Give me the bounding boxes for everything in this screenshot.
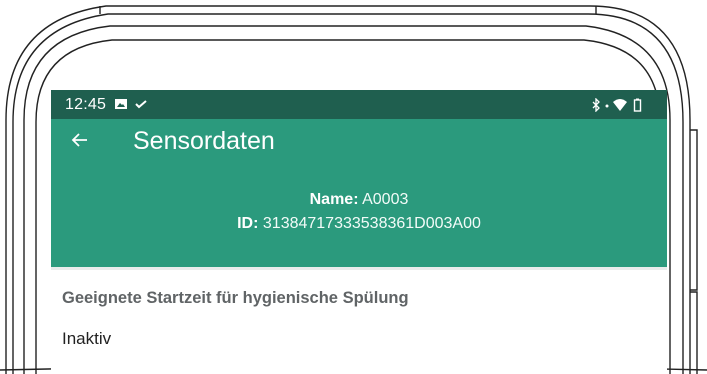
setting-title: Geeignete Startzeit für hygienische Spül… [62,289,409,307]
wifi-icon [613,99,627,111]
sensor-name-label: Name: [309,191,359,208]
battery-icon [633,98,642,112]
image-icon [115,99,127,109]
page-title: Sensordaten [133,127,275,155]
status-bar: 12:45 [51,90,667,119]
sensor-id-value: 31384717333538361D003A00 [262,215,481,232]
sensor-name-value: A0003 [362,191,409,208]
check-icon [135,100,147,109]
sensor-name-row: Name: A0003 [51,188,667,212]
sensor-id-label: ID: [237,215,259,232]
dot-icon [605,104,609,108]
status-time: 12:45 [65,96,107,113]
back-arrow-icon[interactable] [71,129,89,151]
sensor-id-row: ID: 31384717333538361D003A00 [51,212,667,236]
sensor-info: Name: A0003 ID: 31384717333538361D003A00 [51,188,667,236]
bluetooth-icon [592,98,600,112]
divider [51,267,667,270]
setting-value[interactable]: Inaktiv [62,329,111,349]
phone-screen: 12:45 Sensordaten Name: A0003 ID: 313847… [51,90,667,374]
settings-content: Geeignete Startzeit für hygienische Spül… [51,267,667,374]
